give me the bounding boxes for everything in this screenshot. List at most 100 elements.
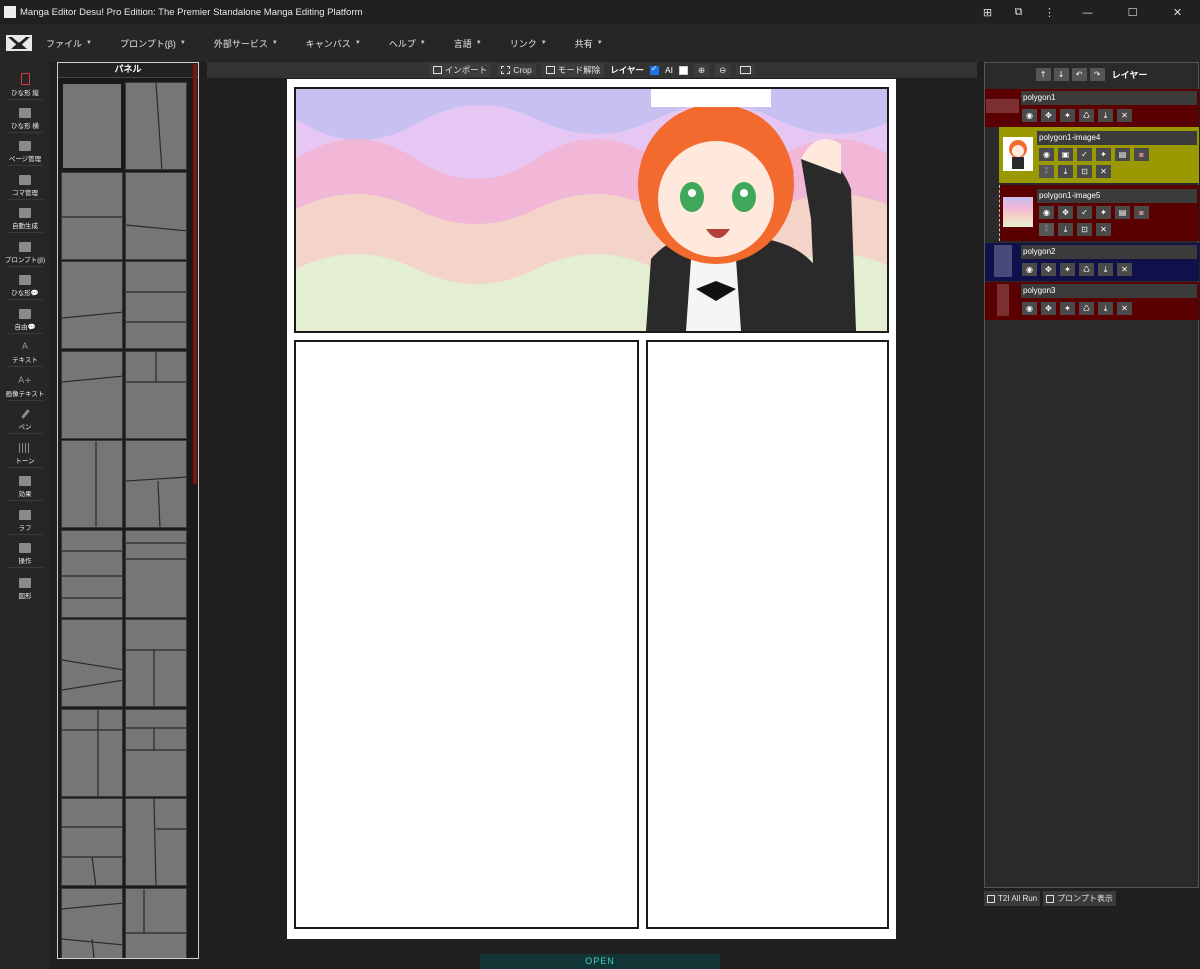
delete-icon[interactable]: ✕ [1096, 165, 1111, 178]
panel-template-thumb[interactable] [61, 440, 123, 528]
tool-effect[interactable]: 効果 [0, 472, 50, 506]
menu-prompt[interactable]: プロンプト(β) ▼ [120, 37, 186, 50]
panel-frame-top[interactable] [294, 87, 889, 333]
menu-link[interactable]: リンク ▼ [510, 37, 547, 50]
download-icon[interactable]: ⤓ [1058, 165, 1073, 178]
lock-icon[interactable]: ▣ [1058, 148, 1073, 161]
tool-free-bubble[interactable]: 自由💬 [0, 305, 50, 339]
panel-template-thumb[interactable] [61, 529, 123, 618]
panel-template-thumb[interactable] [125, 350, 187, 439]
recycle-icon[interactable]: ♺ [1079, 302, 1094, 315]
panel-template-thumb[interactable] [61, 619, 123, 707]
image-fit-icon[interactable]: ⊡ [1077, 223, 1092, 236]
layer-row-polygon1-image4[interactable]: polygon1-image4 ◉ ▣ ✓ ✦ ▤ ▪ ⁑ ⤓ ⊡ ✕ [985, 127, 1199, 183]
check-icon[interactable]: ✓ [1077, 206, 1092, 219]
tool-shape[interactable]: 図形 [0, 573, 50, 607]
zoom-in-button[interactable]: ⊕ [694, 63, 710, 77]
fit-button[interactable] [736, 65, 756, 75]
panel-template-thumb[interactable] [125, 529, 187, 618]
more-icon[interactable]: ⋮ [1034, 0, 1065, 24]
mode-release-button[interactable]: モード解除 [541, 63, 605, 77]
redo-icon[interactable]: ↷ [1089, 67, 1105, 81]
document-icon[interactable]: ▤ [1115, 148, 1130, 161]
palette-scrollbar[interactable] [193, 64, 197, 484]
panel-template-thumb[interactable] [61, 798, 123, 886]
pose-icon[interactable]: ✦ [1096, 148, 1111, 161]
download-icon[interactable]: ⤓ [1098, 302, 1113, 315]
document-icon[interactable]: ▤ [1115, 206, 1130, 219]
delete-icon[interactable]: ✕ [1117, 263, 1132, 276]
delete-icon[interactable]: ✕ [1117, 109, 1132, 122]
t2i-all-run-button[interactable]: T2I All Run [984, 891, 1041, 906]
delete-icon[interactable]: ✕ [1117, 302, 1132, 315]
layer-row-polygon2[interactable]: polygon2 ◉ ✥ ✦ ♺ ⤓ ✕ [985, 243, 1199, 281]
download-icon[interactable]: ⤓ [1098, 109, 1113, 122]
tool-pen[interactable]: ペン [0, 405, 50, 439]
layer-row-polygon1-image5[interactable]: polygon1-image5 ◉ ✥ ✓ ✦ ▤ ▪ ⁑ ⤓ ⊡ ✕ [985, 185, 1199, 241]
layer-down-icon[interactable]: ↓ [1053, 67, 1069, 81]
tool-tone[interactable]: トーン [0, 439, 50, 473]
pose-icon[interactable]: ✦ [1060, 109, 1075, 122]
check-icon[interactable]: ✓ [1077, 148, 1092, 161]
pose-icon[interactable]: ✦ [1060, 263, 1075, 276]
tool-bubble-template[interactable]: ひな形💬 [0, 271, 50, 305]
panel-template-thumb[interactable] [61, 350, 123, 439]
cube-icon[interactable]: ▪ [1134, 206, 1149, 219]
layer-row-polygon1[interactable]: polygon1 ◉ ✥ ✦ ♺ ⤓ ✕ [985, 89, 1199, 127]
panel-template-thumb[interactable] [125, 261, 187, 349]
panel-template-thumb[interactable] [125, 887, 187, 958]
visibility-icon[interactable]: ◉ [1039, 148, 1054, 161]
visibility-icon[interactable]: ◉ [1022, 263, 1037, 276]
move-icon[interactable]: ✥ [1041, 109, 1056, 122]
delete-icon[interactable]: ✕ [1096, 223, 1111, 236]
open-button[interactable]: OPEN [480, 954, 720, 969]
image-fit-icon[interactable]: ⊡ [1077, 165, 1092, 178]
panel-template-thumb[interactable] [125, 708, 187, 797]
extra-checkbox[interactable] [679, 65, 688, 75]
tool-portrait-template[interactable]: ひな形 縦 [0, 70, 50, 104]
panel-template-thumb[interactable] [61, 171, 123, 260]
layer-up-icon[interactable]: ↑ [1035, 67, 1051, 81]
tool-prompt[interactable]: プロンプト(β) [0, 238, 50, 272]
visibility-icon[interactable]: ◉ [1039, 206, 1054, 219]
layer-row-polygon3[interactable]: polygon3 ◉ ✥ ✦ ♺ ⤓ ✕ [985, 282, 1199, 320]
menu-file[interactable]: ファイル ▼ [46, 37, 92, 50]
prompt-small-icon[interactable]: ⁑ [1039, 223, 1054, 236]
recycle-icon[interactable]: ♺ [1079, 263, 1094, 276]
recycle-icon[interactable]: ♺ [1079, 109, 1094, 122]
cube-icon[interactable]: ▪ [1134, 148, 1149, 161]
tool-landscape-template[interactable]: ひな形 横 [0, 104, 50, 138]
panel-template-thumb[interactable] [125, 171, 187, 260]
visibility-icon[interactable]: ◉ [1022, 109, 1037, 122]
panel-template-thumb[interactable] [125, 619, 187, 707]
menu-canvas[interactable]: キャンバス ▼ [306, 37, 361, 50]
pose-icon[interactable]: ✦ [1096, 206, 1111, 219]
download-icon[interactable]: ⤓ [1098, 263, 1113, 276]
move-icon[interactable]: ✥ [1041, 302, 1056, 315]
panel-frame-bottom-right[interactable] [646, 340, 889, 929]
app-logo-icon[interactable] [6, 33, 32, 53]
zoom-out-button[interactable]: ⊖ [715, 63, 731, 77]
panel-template-thumb[interactable] [61, 82, 123, 170]
crop-button[interactable]: Crop [497, 64, 536, 76]
tool-image-text[interactable]: A+ 画像テキスト [0, 372, 50, 406]
undo-icon[interactable]: ↶ [1071, 67, 1087, 81]
tool-auto-generate[interactable]: 自動生成 [0, 204, 50, 238]
manga-page[interactable] [287, 79, 896, 939]
tool-panel-manage[interactable]: コマ管理 [0, 171, 50, 205]
show-prompt-button[interactable]: プロンプト表示 [1043, 891, 1116, 906]
menu-share[interactable]: 共有 ▼ [575, 37, 603, 50]
panel-frame-bottom-left[interactable] [294, 340, 639, 929]
visibility-icon[interactable]: ◉ [1022, 302, 1037, 315]
minimize-icon[interactable]: — [1065, 0, 1110, 24]
panel-template-thumb[interactable] [125, 440, 187, 528]
translate-icon[interactable]: ⊞ [972, 0, 1003, 24]
download-icon[interactable]: ⤓ [1058, 223, 1073, 236]
panel-template-thumb[interactable] [125, 82, 187, 170]
panel-template-thumb[interactable] [61, 887, 123, 958]
maximize-icon[interactable]: ☐ [1110, 0, 1155, 24]
tool-text[interactable]: A テキスト [0, 338, 50, 372]
prompt-small-icon[interactable]: ⁑ [1039, 165, 1054, 178]
tool-page-manage[interactable]: ページ管理 [0, 137, 50, 171]
move-icon[interactable]: ✥ [1041, 263, 1056, 276]
